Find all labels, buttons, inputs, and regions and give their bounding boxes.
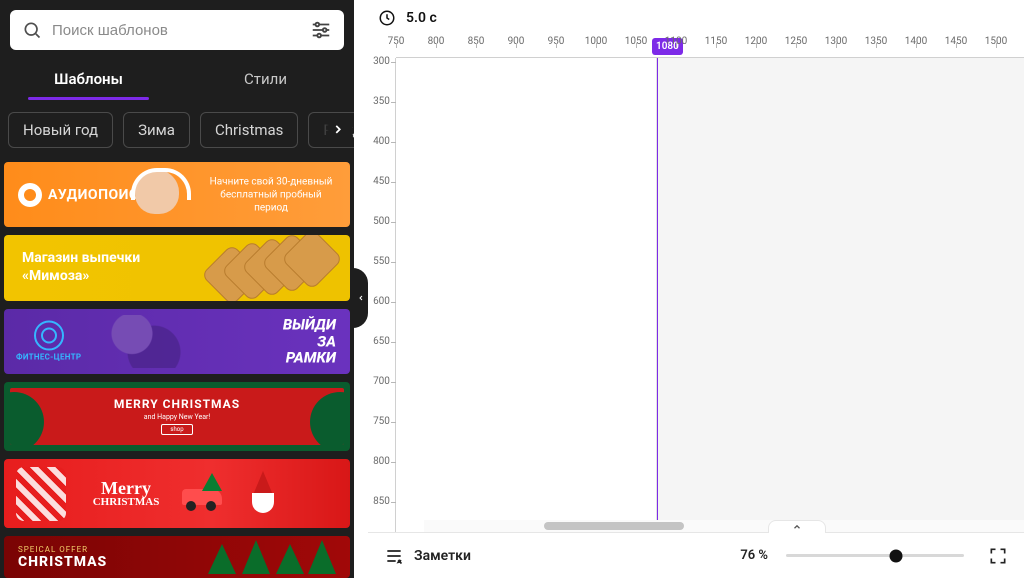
chevron-left-icon	[357, 292, 365, 304]
canvas-viewport[interactable]	[396, 58, 1024, 532]
candy-illustration	[16, 467, 66, 521]
ruler-tick: 1300	[816, 36, 856, 47]
template-fitness-text: ВЫЙДИЗАРАМКИ	[283, 316, 336, 366]
duration-value: 5.0 с	[406, 10, 437, 26]
truck-illustration	[182, 477, 242, 511]
ruler-tick: 450	[368, 176, 395, 187]
tab-templates[interactable]: Шаблоны	[0, 56, 177, 100]
notes-icon[interactable]	[384, 546, 404, 566]
ruler-tick: 800	[368, 456, 395, 467]
guide-line[interactable]	[657, 58, 658, 532]
filter-icon[interactable]	[310, 19, 332, 41]
template-bakery[interactable]: Магазин выпечки«Мимоза»	[4, 235, 350, 300]
tab-styles[interactable]: Стили	[177, 56, 354, 100]
canvas-page[interactable]	[396, 58, 657, 532]
zoom-value[interactable]: 76 %	[740, 548, 768, 563]
ruler-tick: 700	[368, 376, 395, 387]
duration-row[interactable]: 5.0 с	[368, 0, 1024, 36]
ruler-tick: 1250	[776, 36, 816, 47]
zoom-slider[interactable]	[786, 554, 964, 557]
canvas-area: 1080 75080085090095010001050110011501200…	[368, 36, 1024, 532]
template-audio[interactable]: АУДИОПОИСК Начните свой 30-дневный беспл…	[4, 162, 350, 227]
ruler-tick: 400	[368, 136, 395, 147]
ruler-tick: 850	[456, 36, 496, 47]
gnome-illustration	[246, 469, 280, 519]
search-wrap	[0, 0, 354, 56]
template-audio-text: Начните свой 30-дневный бесплатный пробн…	[206, 175, 336, 214]
zoom-slider-knob[interactable]	[890, 549, 903, 562]
ruler-tick: 650	[368, 336, 395, 347]
bread-illustration	[200, 235, 350, 300]
ruler-tick: 950	[536, 36, 576, 47]
footer-expand-tab[interactable]	[768, 520, 826, 533]
sidebar: Шаблоны Стили Новый год Зима Christmas Р…	[0, 0, 354, 578]
ruler-tick: 1500	[976, 36, 1016, 47]
main: 5.0 с 1080 75080085090095010001050110011…	[368, 0, 1024, 578]
search-input[interactable]	[52, 22, 300, 39]
ruler-tick: 1200	[736, 36, 776, 47]
ruler-tick: 800	[416, 36, 456, 47]
ruler-tick: 600	[368, 296, 395, 307]
horizontal-ruler[interactable]: 1080 75080085090095010001050110011501200…	[396, 36, 1024, 58]
panel-divider	[354, 0, 368, 578]
template-merry-title: MERRY CHRISTMAS	[114, 397, 240, 411]
template-bakery-text: Магазин выпечки«Мимоза»	[22, 250, 140, 285]
templates-list: АУДИОПОИСК Начните свой 30-дневный беспл…	[0, 162, 354, 578]
ruler-tick: 350	[368, 96, 395, 107]
template-merry-festive[interactable]: MerryCHRISTMAS	[4, 459, 350, 528]
clock-icon	[378, 9, 396, 27]
search-icon	[22, 20, 42, 40]
template-christmas-offer[interactable]: SPEICAL OFFER CHRISTMAS	[4, 536, 350, 578]
chevron-right-icon	[331, 122, 345, 136]
chip-newyear[interactable]: Новый год	[8, 112, 113, 148]
fitness-illustration	[88, 315, 198, 368]
ruler-tick: 900	[496, 36, 536, 47]
ruler-tick: 500	[368, 216, 395, 227]
wreath-icon	[10, 392, 44, 445]
ruler-tick: 300	[368, 56, 395, 67]
ruler-tick: 850	[368, 496, 395, 507]
chips-row: Новый год Зима Christmas Рождес	[0, 100, 354, 162]
footer-bar: Заметки 76 %	[368, 532, 1024, 578]
ruler-tick: 1100	[656, 36, 696, 47]
chip-christmas-en[interactable]: Christmas	[200, 112, 298, 148]
scrollbar-thumb[interactable]	[544, 522, 684, 530]
sidebar-tabs: Шаблоны Стили	[0, 56, 354, 100]
ruler-tick: 1450	[936, 36, 976, 47]
ruler-tick: 1400	[896, 36, 936, 47]
trees-illustration	[184, 538, 344, 576]
fullscreen-icon[interactable]	[988, 546, 1008, 566]
ruler-tick: 550	[368, 256, 395, 267]
chip-winter[interactable]: Зима	[123, 112, 190, 148]
template-merry-festive-text: MerryCHRISTMAS	[72, 480, 180, 508]
ruler-tick: 750	[368, 416, 395, 427]
ruler-tick: 1050	[616, 36, 656, 47]
horizontal-scrollbar[interactable]	[424, 520, 1024, 532]
ruler-tick: 1350	[856, 36, 896, 47]
ruler-tick: 1000	[576, 36, 616, 47]
headphones-illustration	[119, 162, 199, 227]
template-merry-frame[interactable]: MERRY CHRISTMAS and Happy New Year! shop	[4, 382, 350, 451]
ruler-tick: 750	[376, 36, 416, 47]
collapse-panel-button[interactable]	[353, 268, 368, 328]
template-merry-btn: shop	[161, 424, 192, 435]
chevron-up-icon	[791, 522, 803, 532]
chips-scroll-right[interactable]	[310, 115, 352, 143]
wreath-icon	[310, 392, 344, 445]
template-fitness[interactable]: ФИТНЕС-ЦЕНТР ВЫЙДИЗАРАМКИ	[4, 309, 350, 374]
search-box[interactable]	[10, 10, 344, 50]
template-fitness-logo: ФИТНЕС-ЦЕНТР	[16, 321, 81, 362]
vertical-ruler[interactable]: 300 350 400 450 500 550 600 650 700 750 800 850	[368, 58, 396, 532]
notes-label[interactable]: Заметки	[414, 548, 471, 564]
ruler-tick: 1150	[696, 36, 736, 47]
template-merry-sub: and Happy New Year!	[144, 413, 210, 421]
